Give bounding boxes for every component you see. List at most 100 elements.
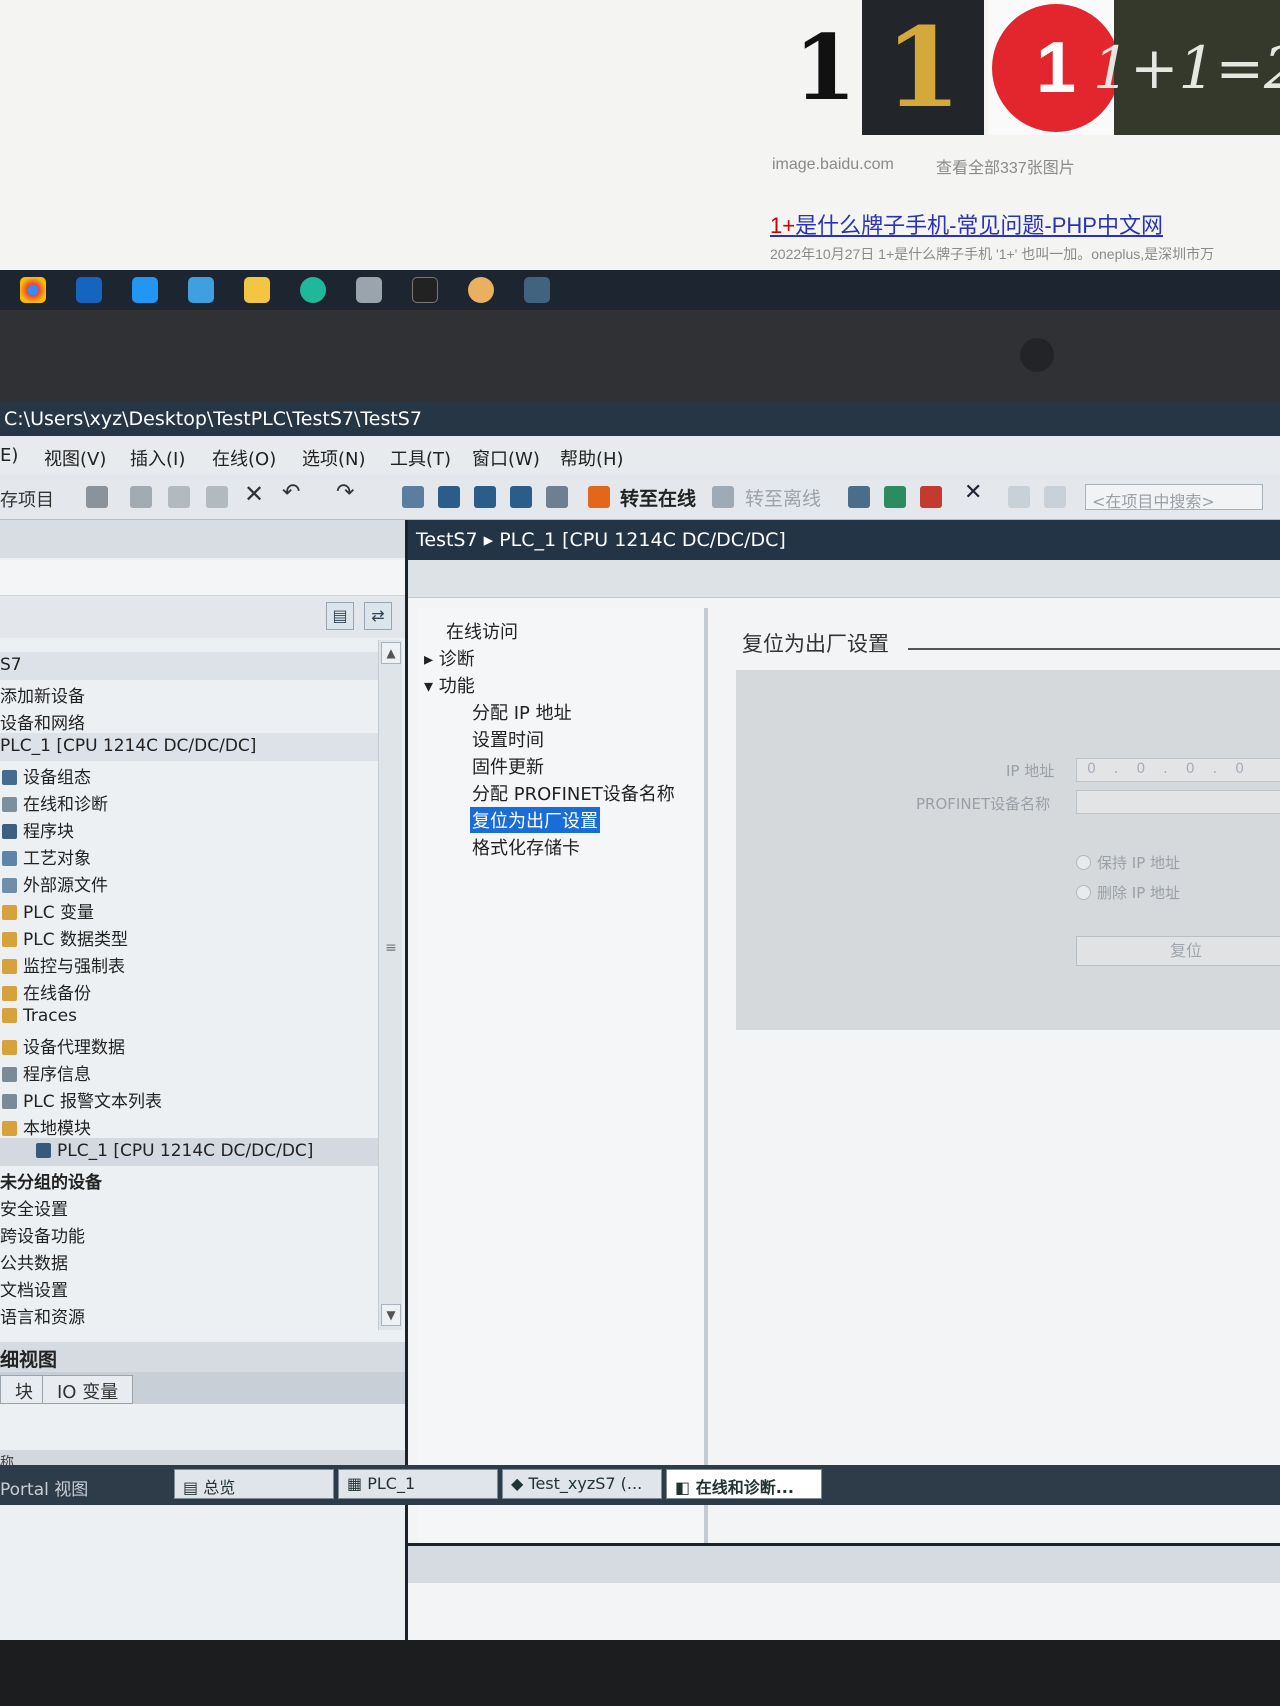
tab-blocks[interactable]: 块	[0, 1375, 48, 1404]
nav-set-time[interactable]: 设置时间	[472, 726, 544, 752]
tree-item-security-settings[interactable]: 安全设置	[0, 1192, 380, 1220]
tree-item-plc[interactable]: PLC_1 [CPU 1214C DC/DC/DC]	[0, 733, 380, 761]
breadcrumb-project[interactable]: TestS7	[416, 529, 478, 551]
tree-item-plc-module[interactable]: PLC_1 [CPU 1214C DC/DC/DC]	[0, 1138, 380, 1166]
ip-address-field[interactable]: 0.0.0.0	[1076, 758, 1280, 782]
view-all-images-link[interactable]: 查看全部337张图片	[936, 154, 1075, 178]
vscode-icon[interactable]	[132, 277, 158, 303]
tia-icon[interactable]	[524, 277, 550, 303]
task-overview[interactable]: ▤ 总览	[174, 1469, 334, 1499]
project-search-input[interactable]: <在项目中搜索>	[1085, 484, 1263, 511]
stop-sim-icon[interactable]	[546, 486, 568, 508]
tree-item-local-modules[interactable]: 本地模块	[0, 1111, 380, 1139]
scroll-thumb[interactable]: ≡	[383, 940, 399, 1000]
task-online-diagnostics[interactable]: ◧ 在线和诊断...	[666, 1469, 822, 1499]
tree-item-alarm-texts[interactable]: PLC 报警文本列表	[0, 1084, 380, 1112]
reset-button[interactable]: 复位	[1076, 936, 1280, 966]
stop-cpu-icon[interactable]	[920, 486, 942, 508]
go-offline-icon[interactable]	[712, 486, 734, 508]
nav-diagnostics[interactable]: ▸ 诊断	[424, 645, 475, 671]
breadcrumb-device[interactable]: PLC_1 [CPU 1214C DC/DC/DC]	[499, 529, 786, 551]
tree-item-watch-tables[interactable]: 监控与强制表	[0, 949, 380, 977]
start-cpu-icon[interactable]	[884, 486, 906, 508]
go-online-icon[interactable]	[588, 486, 610, 508]
app2-icon[interactable]	[356, 277, 382, 303]
accessible-devices-icon[interactable]	[848, 486, 870, 508]
tree-item-ungrouped-devices[interactable]: 未分组的设备	[0, 1165, 380, 1193]
nav-assign-ip[interactable]: 分配 IP 地址	[472, 699, 572, 725]
nav-firmware-update[interactable]: 固件更新	[472, 753, 544, 779]
tree-scrollbar[interactable]: ▲ ≡ ▼	[378, 640, 402, 1330]
tree-item-cross-device[interactable]: 跨设备功能	[0, 1219, 380, 1247]
go-offline-button[interactable]: 转至离线	[745, 484, 821, 511]
copy-icon[interactable]	[168, 486, 190, 508]
menu-help[interactable]: 帮助(H)	[560, 445, 624, 471]
close-icon[interactable]: ✕	[964, 480, 982, 505]
overview-icon[interactable]: ⇄	[364, 602, 392, 630]
save-project-button[interactable]: 存项目	[0, 486, 54, 512]
tree-item-doc-settings[interactable]: 文档设置	[0, 1273, 380, 1301]
menu-view[interactable]: 视图(V)	[44, 445, 106, 471]
folder-icon[interactable]	[244, 277, 270, 303]
edge-icon[interactable]	[300, 277, 326, 303]
menu-edit[interactable]: E)	[0, 445, 18, 466]
scroll-up-icon[interactable]: ▲	[381, 642, 401, 664]
paint-icon[interactable]	[468, 277, 494, 303]
cmd-icon[interactable]	[412, 277, 438, 303]
menu-insert[interactable]: 插入(I)	[130, 445, 185, 471]
menu-online[interactable]: 在线(O)	[212, 445, 276, 471]
tree-item-devices-networks[interactable]: 设备和网络	[0, 706, 380, 734]
tree-item-program-info[interactable]: 程序信息	[0, 1057, 380, 1085]
tree-item-device-proxy[interactable]: 设备代理数据	[0, 1030, 380, 1058]
menu-options[interactable]: 选项(N)	[302, 445, 366, 471]
download-icon[interactable]	[438, 486, 460, 508]
tree-item-external-sources[interactable]: 外部源文件	[0, 868, 380, 896]
tab-io-tags[interactable]: IO 变量	[42, 1375, 134, 1404]
simulate-icon[interactable]	[510, 486, 532, 508]
search-result-link[interactable]: 1+是什么牌子手机-常见问题-PHP中文网	[770, 208, 1163, 240]
scroll-down-icon[interactable]: ▼	[381, 1304, 401, 1326]
split-vertical-icon[interactable]	[1044, 486, 1066, 508]
nav-format-card[interactable]: 格式化存储卡	[472, 834, 580, 860]
nav-assign-profinet-name[interactable]: 分配 PROFINET设备名称	[472, 780, 675, 806]
keep-ip-radio[interactable]: 保持 IP 地址	[1076, 852, 1180, 873]
tree-item[interactable]: S7	[0, 652, 380, 680]
delete-ip-radio[interactable]: 删除 IP 地址	[1076, 882, 1180, 903]
thumbnail-numeral[interactable]: 1	[790, 0, 860, 135]
list-view-icon[interactable]: ▤	[326, 602, 354, 630]
thumbnail-gold[interactable]: 1	[862, 0, 984, 135]
paste-icon[interactable]	[206, 486, 228, 508]
thumbnail-formula[interactable]: 1+1=2	[1093, 0, 1280, 135]
nav-reset-factory[interactable]: 复位为出厂设置	[470, 807, 600, 833]
task-project[interactable]: ◆ Test_xyzS7 (...	[502, 1469, 662, 1499]
profinet-name-field[interactable]	[1076, 790, 1280, 814]
redo-icon[interactable]: ↷	[336, 480, 354, 505]
tree-item-online-backups[interactable]: 在线备份	[0, 976, 380, 1004]
task-plc[interactable]: ▦ PLC_1	[338, 1469, 498, 1499]
tree-item-program-blocks[interactable]: 程序块	[0, 814, 380, 842]
upload-icon[interactable]	[474, 486, 496, 508]
menu-window[interactable]: 窗口(W)	[472, 445, 540, 471]
portal-view-button[interactable]: Portal 视图	[0, 1475, 88, 1500]
tree-item-common-data[interactable]: 公共数据	[0, 1246, 380, 1274]
tree-item-online-diagnostics[interactable]: 在线和诊断	[0, 787, 380, 815]
tree-item-plc-tags[interactable]: PLC 变量	[0, 895, 380, 923]
split-horizontal-icon[interactable]	[1008, 486, 1030, 508]
cut-icon[interactable]	[130, 486, 152, 508]
tree-item-languages[interactable]: 语言和资源	[0, 1300, 380, 1327]
tree-item-technology-objects[interactable]: 工艺对象	[0, 841, 380, 869]
tree-item-add-device[interactable]: 添加新设备	[0, 679, 380, 707]
terminal-icon[interactable]	[76, 277, 102, 303]
app-icon[interactable]	[188, 277, 214, 303]
compile-icon[interactable]	[402, 486, 424, 508]
menu-tools[interactable]: 工具(T)	[390, 445, 451, 471]
go-online-button[interactable]: 转至在线	[620, 484, 696, 511]
delete-icon[interactable]: ✕	[244, 480, 264, 508]
nav-functions[interactable]: ▾ 功能	[424, 672, 475, 698]
nav-online-access[interactable]: 在线访问	[446, 618, 518, 644]
tree-item-plc-data-types[interactable]: PLC 数据类型	[0, 922, 380, 950]
chrome-icon[interactable]	[20, 277, 46, 303]
tree-item-traces[interactable]: Traces	[0, 1003, 380, 1031]
print-icon[interactable]	[86, 486, 108, 508]
tree-item-device-config[interactable]: 设备组态	[0, 760, 380, 788]
